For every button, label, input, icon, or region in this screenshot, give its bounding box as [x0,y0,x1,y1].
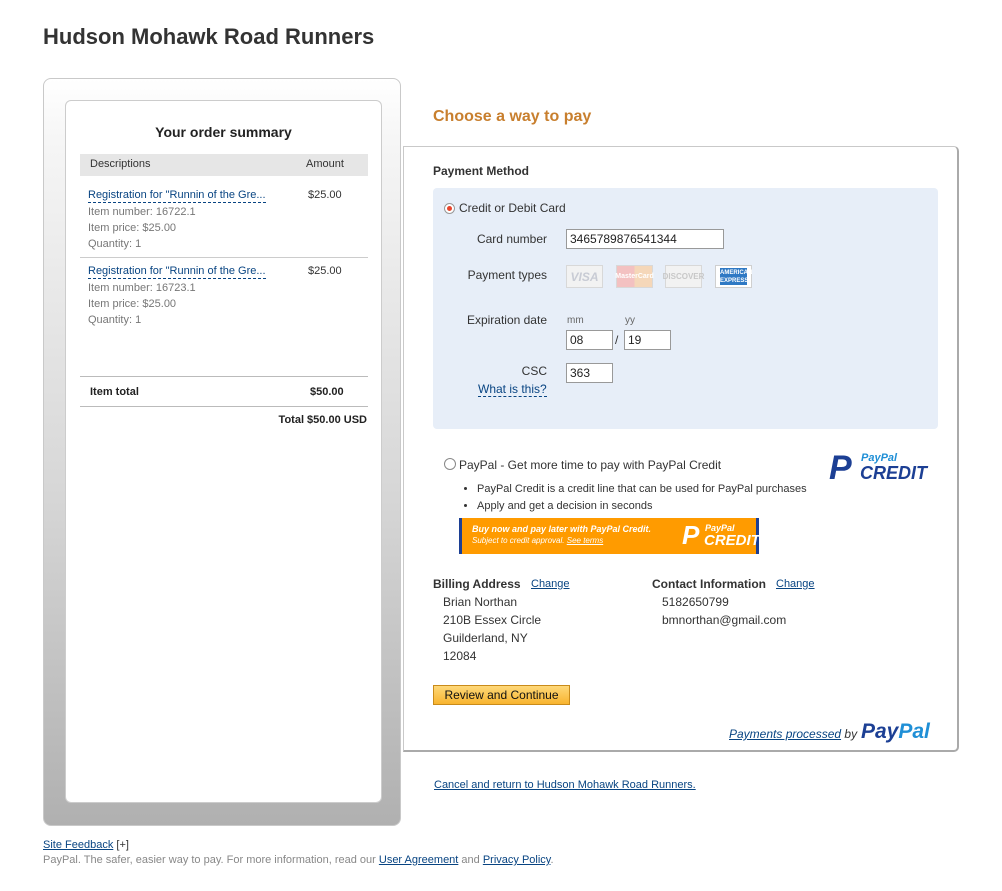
user-agreement-link[interactable]: User Agreement [379,854,458,866]
choose-way-to-pay-title: Choose a way to pay [433,108,592,125]
banner-headline: Buy now and pay later with PayPal Credit… [472,524,652,534]
footer-and: and [461,854,480,866]
item-total-value: $50.00 [310,386,344,398]
order-item-number: Item number: 16723.1 [88,282,196,294]
order-summary-panel: Your order summary Descriptions Amount R… [43,78,401,826]
credit-card-radio[interactable] [444,203,455,214]
order-item: Registration for "Runnin of the Gre... $… [80,257,368,336]
card-payment-box: Credit or Debit Card Card number Payment… [433,188,938,429]
banner-subline-text: Subject to credit approval. [472,536,565,545]
payments-processed-link[interactable]: Payments processed [729,727,841,741]
csc-input[interactable] [566,363,613,383]
paypal-credit-logo: P PayPal CREDIT [829,449,927,487]
cancel-and-return-link[interactable]: Cancel and return to Hudson Mohawk Road … [434,779,696,791]
paypal-credit-radio[interactable] [444,458,456,470]
what-is-this-link[interactable]: What is this? [478,382,547,397]
item-total-label: Item total [90,386,139,398]
footer-text: PayPal. The safer, easier way to pay. Fo… [43,854,554,866]
billing-line: 210B Essex Circle [443,613,542,627]
credit-card-option-label[interactable]: Credit or Debit Card [459,201,566,215]
banner-p-icon: P [682,520,700,550]
order-item-price: Item price: $25.00 [88,298,177,310]
order-summary-card: Your order summary Descriptions Amount R… [65,100,382,803]
expiration-date-label: Expiration date [466,313,547,327]
paypal-credit-banner[interactable]: Buy now and pay later with PayPal Credit… [459,518,760,554]
site-feedback-link[interactable]: Site Feedback [43,839,113,851]
expand-icon[interactable]: [+] [116,839,129,851]
payment-types-label: Payment types [467,268,547,282]
paypal-credit-option-label[interactable]: PayPal - Get more time to pay with PayPa… [459,458,721,472]
order-item-number: Item number: 16722.1 [88,206,196,218]
card-number-input[interactable] [566,229,724,249]
card-number-label: Card number [476,232,547,246]
review-and-continue-button[interactable]: Review and Continue [433,685,570,705]
footer-message: PayPal. The safer, easier way to pay. Fo… [43,854,376,866]
site-feedback: Site Feedback [+] [43,839,129,851]
item-total-row: Item total $50.00 [80,376,368,407]
paypal-logo-pal: Pal [898,720,930,743]
processed-by-text: by [844,727,858,741]
paypal-logo: PayPal [861,720,930,744]
order-item: Registration for "Runnin of the Gre... $… [80,181,368,259]
expiration-year-input[interactable] [624,330,671,350]
order-item-quantity: Quantity: 1 [88,238,142,250]
year-label: yy [625,315,635,326]
amex-icon: AMERICAN EXPRESS [715,265,752,288]
paypal-logo-pay: Pay [861,720,899,743]
payment-panel: Payment Method Credit or Debit Card Card… [403,146,959,752]
billing-line: 12084 [443,649,477,663]
date-separator: / [615,333,619,347]
change-billing-link[interactable]: Change [531,578,570,590]
paypal-p-icon: P [829,449,852,487]
order-item-quantity: Quantity: 1 [88,314,142,326]
privacy-policy-link[interactable]: Privacy Policy [483,854,551,866]
csc-label: CSC [521,364,547,378]
payments-processed-note: Payments processed by [729,727,857,741]
banner-subline: Subject to credit approval. See terms [472,536,603,545]
visa-icon: VISA [566,265,603,288]
grand-total: Total $50.00 USD [278,414,367,426]
month-label: mm [567,315,584,326]
billing-line: Guilderland, NY [443,631,528,645]
contact-info-heading: Contact Information [652,577,766,591]
merchant-title: Hudson Mohawk Road Runners [43,24,375,49]
change-contact-link[interactable]: Change [776,578,815,590]
contact-line: 5182650799 [662,595,729,609]
order-item-amount: $25.00 [308,265,342,277]
amount-header: Amount [306,158,344,170]
summary-header-row: Descriptions Amount [80,154,368,176]
payment-method-heading: Payment Method [433,164,530,178]
order-item-amount: $25.00 [308,189,342,201]
discover-icon: DISCOVER [663,265,704,288]
credit-logo-text: CREDIT [860,463,927,483]
expiration-month-input[interactable] [566,330,613,350]
descriptions-header: Descriptions [90,158,151,170]
contact-line: bmnorthan@gmail.com [662,613,787,627]
footer-period: . [550,854,554,866]
banner-credit-text: CREDIT [704,532,760,549]
mastercard-icon: MasterCard [615,265,654,288]
paypal-bullet: PayPal Credit is a credit line that can … [477,481,807,498]
amex-icon-text: AMERICAN EXPRESS [720,268,753,285]
paypal-bullet: Apply and get a decision in seconds [477,498,807,515]
see-terms-link[interactable]: See terms [567,536,603,545]
order-item-link[interactable]: Registration for "Runnin of the Gre... [88,189,266,203]
order-summary-title: Your order summary [155,124,292,140]
paypal-credit-bullets: PayPal Credit is a credit line that can … [464,481,807,515]
billing-line: Brian Northan [443,595,518,609]
billing-address-heading: Billing Address [433,577,521,591]
order-item-link[interactable]: Registration for "Runnin of the Gre... [88,265,266,279]
order-item-price: Item price: $25.00 [88,222,177,234]
